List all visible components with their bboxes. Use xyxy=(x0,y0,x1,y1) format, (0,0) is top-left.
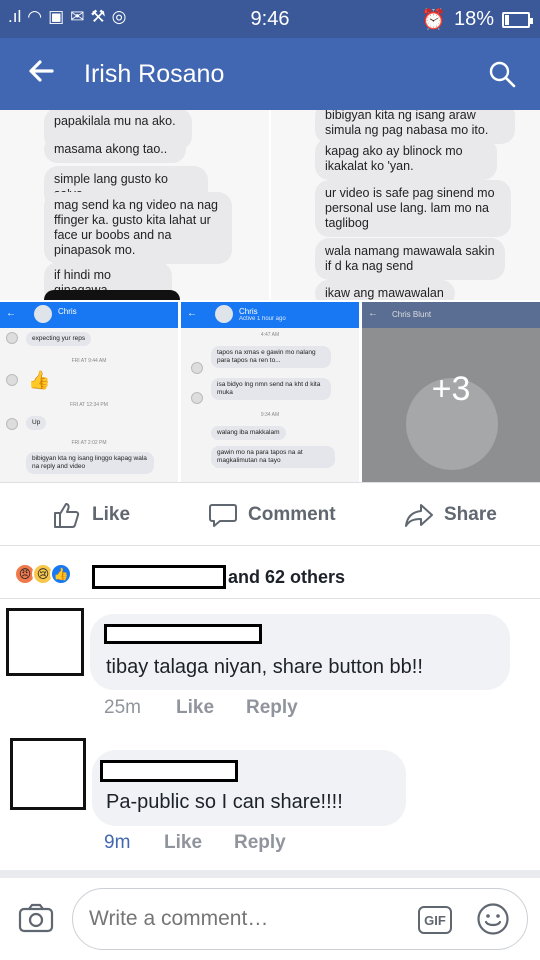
chat-bubble: ur video is safe pag sinend mo personal … xyxy=(315,180,511,237)
comment-time: 25m xyxy=(104,697,141,718)
chat-bubble: ikaw ang mawawalan xyxy=(315,280,455,300)
avatar xyxy=(6,332,18,344)
comment-text: Pa-public so I can share!!!! xyxy=(106,791,343,813)
reactions-count: and 62 others xyxy=(228,567,346,587)
comment-button[interactable]: Comment xyxy=(208,501,336,529)
gif-button[interactable]: GIF xyxy=(418,906,452,934)
timestamp: 4:47 AM xyxy=(260,332,280,338)
photo-thumbnail-1[interactable]: ← Chris expecting yur reps FRI AT 9:44 A… xyxy=(0,302,178,482)
chat-bubble: isa bidyo lng nmn send na kht d kita muk… xyxy=(211,378,331,400)
avatar[interactable] xyxy=(10,738,86,810)
chat-bubble: masama akong tao.. xyxy=(44,136,186,163)
like-react-icon: 👍 xyxy=(50,563,72,585)
timestamp: FRI AT 9:44 AM xyxy=(71,358,107,364)
contact-name: Chris xyxy=(58,307,77,316)
messenger-header: ← Chris xyxy=(0,302,178,328)
page-title: Irish Rosano xyxy=(84,60,225,88)
emoji-icon[interactable] xyxy=(476,902,510,936)
back-arrow-icon[interactable] xyxy=(26,56,56,93)
chat-bubble: expecting yur reps xyxy=(26,332,92,346)
app-header: Irish Rosano xyxy=(0,38,540,110)
chat-bubble: gawin mo na para tapos na at magkalimuta… xyxy=(211,446,335,468)
redacted-name xyxy=(92,565,226,589)
contact-status: Active 1 hour ago xyxy=(239,316,286,322)
comment-reply-button[interactable]: Reply xyxy=(234,832,286,854)
back-arrow-icon: ← xyxy=(368,308,378,319)
avatar xyxy=(191,392,203,404)
camera-icon[interactable] xyxy=(18,902,54,934)
chat-bubble: tapos na xmas e gawin mo nalang para tap… xyxy=(211,346,331,368)
chat-bubble: bibigyan kta ng isang linggo kapag wala … xyxy=(26,452,154,474)
avatar[interactable] xyxy=(6,608,84,676)
reaction-icons: 😠 😢 👍 xyxy=(14,563,72,585)
battery-icon xyxy=(502,11,533,28)
photo-screenshot-2[interactable]: bibigyan kita ng isang araw simula ng pa… xyxy=(271,110,540,300)
share-label: Share xyxy=(444,504,497,525)
chat-bubble: walang iba makkalam xyxy=(211,426,286,440)
share-button[interactable]: Share xyxy=(404,501,497,529)
redacted-name xyxy=(104,624,262,644)
chat-bubble: kapag ako ay blinock mo ikakalat ko 'yan… xyxy=(315,138,497,180)
battery-percent: 18% xyxy=(453,8,494,30)
share-arrow-icon xyxy=(405,504,433,527)
messenger-header: ← Chris Active 1 hour ago xyxy=(181,302,359,328)
messenger-header: ← Chris Blunt xyxy=(362,302,540,328)
comment-like-button[interactable]: Like xyxy=(176,697,214,719)
photo-more-overlay[interactable]: ← Chris Blunt +3 xyxy=(362,302,540,482)
comment-reply-button[interactable]: Reply xyxy=(246,697,298,719)
comment-label: Comment xyxy=(248,504,336,525)
like-button[interactable]: Like xyxy=(52,501,130,529)
chat-bubble: wala namang mawawala sakin if d ka nag s… xyxy=(315,238,505,280)
avatar xyxy=(6,418,18,430)
thumbs-up-icon xyxy=(54,503,80,528)
chat-bubble-dark xyxy=(44,290,180,300)
comment-input[interactable] xyxy=(72,888,528,950)
comment-time: 9m xyxy=(104,832,131,853)
comment-text: tibay talaga niyan, share button bb!! xyxy=(106,656,423,678)
timestamp: FRI AT 2:02 PM xyxy=(71,440,107,446)
divider xyxy=(0,870,540,878)
comment-icon xyxy=(209,504,237,527)
alarm-icon: ⏰ xyxy=(421,9,446,31)
chat-bubble: mag send ka ng video na nag ffinger ka. … xyxy=(44,192,232,264)
avatar xyxy=(34,305,52,323)
contact-name: Chris Blunt xyxy=(392,310,432,319)
thumbs-up-icon: 👍 xyxy=(28,370,51,390)
chat-bubble: Up xyxy=(26,416,47,430)
status-bar: .ıl ◠ ▣ ✉ ⚒ ◎ 9:46 ⏰ 18% xyxy=(0,0,540,38)
like-label: Like xyxy=(92,504,131,525)
photo-screenshot-1[interactable]: papakilala mu na ako. . . masama akong t… xyxy=(0,110,269,300)
redacted-name xyxy=(100,760,238,782)
timestamp: FRI AT 12:34 PM xyxy=(70,402,108,408)
avatar xyxy=(215,305,233,323)
comment-like-button[interactable]: Like xyxy=(164,832,202,854)
post-actions: Like Comment Share xyxy=(0,482,540,546)
photo-thumbnail-2[interactable]: ← Chris Active 1 hour ago 4:47 AM tapos … xyxy=(181,302,359,482)
comment-composer: GIF xyxy=(0,878,540,960)
more-photos-count: +3 xyxy=(431,370,471,408)
photo-collage: papakilala mu na ako. . . masama akong t… xyxy=(0,110,540,482)
status-icons-right: ⏰ 18% xyxy=(421,7,533,32)
back-arrow-icon: ← xyxy=(187,308,197,319)
avatar xyxy=(191,362,203,374)
search-icon[interactable] xyxy=(488,60,516,88)
reactions-summary[interactable]: 😠 😢 👍 and 62 others xyxy=(0,547,540,599)
avatar xyxy=(6,374,18,386)
back-arrow-icon: ← xyxy=(6,308,16,319)
timestamp: 9:34 AM xyxy=(260,412,280,418)
contact-name: Chris xyxy=(239,307,258,316)
